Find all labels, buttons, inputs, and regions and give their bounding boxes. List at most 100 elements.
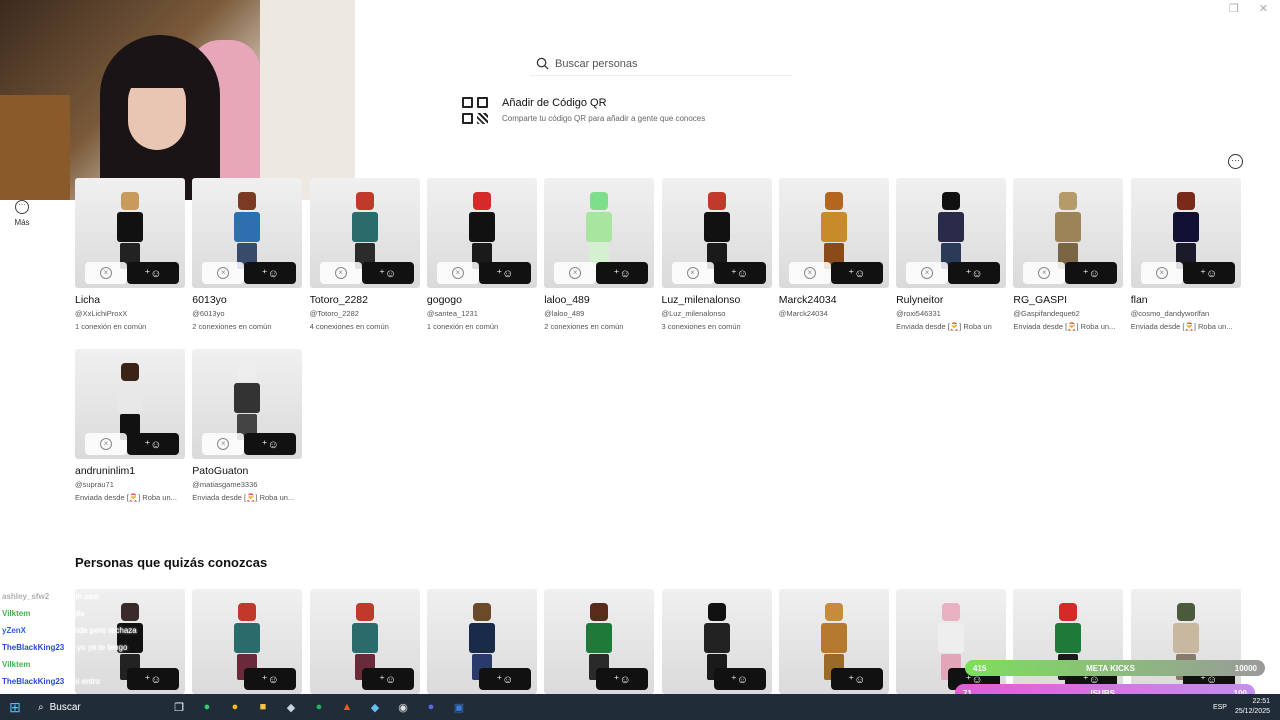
add-friend-button[interactable]: ⁺☺ [830,668,883,690]
decline-button[interactable]: × [85,262,127,284]
nav-more[interactable]: ··· Más [10,200,34,227]
qr-add-title[interactable]: Añadir de Código QR [502,97,607,109]
user-display-name[interactable]: Totoro_2282 [310,294,420,306]
steam-icon[interactable]: ◆ [277,694,305,720]
add-friend-button[interactable]: ⁺☺ [830,262,883,284]
user-display-name[interactable]: Marck24034 [779,294,889,306]
avatar-thumbnail[interactable]: ⁺☺ [778,589,889,694]
add-friend-button[interactable]: ⁺☺ [244,668,297,690]
avatar-thumbnail[interactable]: × ⁺☺ [661,178,772,288]
taskbar-search[interactable]: ⌕ Buscar [30,694,165,720]
avatar-thumbnail[interactable]: ⁺☺ [309,589,420,694]
user-display-name[interactable]: Luz_milenalonso [662,294,772,306]
add-friend-button[interactable]: ⁺☺ [596,668,649,690]
decline-button[interactable]: × [202,433,245,455]
search-input[interactable]: Buscar personas [530,52,792,76]
avatar-thumbnail[interactable]: ⁺☺ [661,589,772,694]
avatar-thumbnail[interactable]: × ⁺☺ [1013,178,1124,288]
qr-code-icon[interactable] [462,97,490,125]
avatar-thumbnail[interactable]: × ⁺☺ [544,178,655,288]
user-card[interactable]: ⁺☺ [778,589,889,694]
steam-2-icon[interactable]: ◆ [361,694,389,720]
decline-button[interactable]: × [436,262,479,284]
discord-icon[interactable]: ● [417,694,445,720]
roblox-icon[interactable]: ▣ [445,694,473,720]
decline-button[interactable]: × [554,262,597,284]
avatar-thumbnail[interactable]: ⁺☺ [426,589,537,694]
windows-start-icon[interactable]: ⊞ [0,694,30,720]
user-display-name[interactable]: andruninlim1 [75,465,185,477]
user-card[interactable]: × ⁺☺ andruninlim1 @suprau71 Enviada desde [🎅… [75,349,185,502]
avatar-thumbnail[interactable]: × ⁺☺ [192,178,303,288]
language-indicator[interactable]: ESP [1213,704,1227,711]
user-card[interactable]: × ⁺☺ 6013yo @6013yo 2 conexiones en común [192,178,303,331]
more-options-icon[interactable]: ··· [1228,154,1243,169]
decline-button[interactable]: × [1140,262,1183,284]
avatar-thumbnail[interactable]: × ⁺☺ [426,178,537,288]
brave-icon[interactable]: ▲ [333,694,361,720]
decline-button[interactable]: × [906,262,949,284]
user-card[interactable]: × ⁺☺ flan @cosmo_dandyworlfan Enviada desde … [1130,178,1241,331]
add-friend-button[interactable]: ⁺☺ [244,262,297,284]
add-friend-button[interactable]: ⁺☺ [478,262,531,284]
user-card[interactable]: × ⁺☺ PatoGuaton @matiasgame3336 Enviada desd… [192,349,303,502]
whatsapp-icon[interactable]: ● [193,694,221,720]
add-friend-button[interactable]: ⁺☺ [596,262,649,284]
decline-button[interactable]: × [671,262,714,284]
add-friend-button[interactable]: ⁺☺ [1182,262,1235,284]
avatar-thumbnail[interactable]: × ⁺☺ [1130,178,1241,288]
add-friend-button[interactable]: ⁺☺ [713,668,766,690]
add-friend-button[interactable]: ⁺☺ [478,668,531,690]
user-display-name[interactable]: laloo_489 [544,294,654,306]
close-icon[interactable]: ✕ [1259,2,1268,15]
user-display-name[interactable]: PatoGuaton [192,465,302,477]
avatar-thumbnail[interactable]: × ⁺☺ [778,178,889,288]
user-display-name[interactable]: 6013yo [192,294,302,306]
avatar-thumbnail[interactable]: × ⁺☺ [896,178,1007,288]
user-card[interactable]: ⁺☺ [309,589,420,694]
user-display-name[interactable]: Licha [75,294,185,306]
user-card[interactable]: × ⁺☺ Totoro_2282 @Totoro_2282 4 conexiones e… [309,178,420,331]
user-card[interactable]: × ⁺☺ RG_GASPI @Gaspifandequeti2 Enviada desd… [1013,178,1124,331]
clock[interactable]: 22:51 25/12/2025 [1235,697,1270,717]
user-card[interactable]: × ⁺☺ laloo_489 @laloo_489 2 conexiones en co… [544,178,655,331]
add-friend-button[interactable]: ⁺☺ [713,262,766,284]
obs-icon[interactable]: ◉ [389,694,417,720]
add-friend-button[interactable]: ⁺☺ [244,433,297,455]
decline-button[interactable]: × [202,262,245,284]
user-card[interactable]: ⁺☺ [426,589,537,694]
user-display-name[interactable]: RG_GASPI [1013,294,1123,306]
user-display-name[interactable]: flan [1131,294,1241,306]
decline-button[interactable]: × [85,433,127,455]
file-explorer-icon[interactable]: ■ [249,694,277,720]
add-friend-button[interactable]: ⁺☺ [127,433,179,455]
user-display-name[interactable]: gogogo [427,294,537,306]
user-card[interactable]: ⁺☺ [661,589,772,694]
decline-button[interactable]: × [788,262,831,284]
restore-icon[interactable]: ❐ [1229,2,1239,15]
user-card[interactable]: × ⁺☺ Licha @XxLichiProxX 1 conexión en común [75,178,185,331]
avatar-thumbnail[interactable]: ⁺☺ [544,589,655,694]
avatar-thumbnail[interactable]: × ⁺☺ [75,349,185,459]
decline-button[interactable]: × [1023,262,1066,284]
user-card[interactable]: × ⁺☺ Rulyneitor @roxi546331 Enviada desde [🎅… [896,178,1007,331]
add-friend-button[interactable]: ⁺☺ [948,262,1001,284]
add-friend-button[interactable]: ⁺☺ [127,262,179,284]
decline-button[interactable]: × [319,262,362,284]
avatar-thumbnail[interactable]: × ⁺☺ [309,178,420,288]
chrome-icon[interactable]: ● [221,694,249,720]
user-display-name[interactable]: Rulyneitor [896,294,1006,306]
user-card[interactable]: × ⁺☺ gogogo @santea_1231 1 conexión en común [426,178,537,331]
user-card[interactable]: × ⁺☺ Marck24034 @Marck24034 [778,178,889,322]
avatar-thumbnail[interactable]: × ⁺☺ [75,178,185,288]
user-card[interactable]: ⁺☺ [544,589,655,694]
spotify-icon[interactable]: ● [305,694,333,720]
user-card[interactable]: ⁺☺ [192,589,303,694]
add-friend-button[interactable]: ⁺☺ [361,262,414,284]
user-card[interactable]: × ⁺☺ Luz_milenalonso @Luz_milenalonso 3 cone… [661,178,772,331]
add-friend-button[interactable]: ⁺☺ [361,668,414,690]
add-friend-button[interactable]: ⁺☺ [1065,262,1118,284]
avatar-thumbnail[interactable]: ⁺☺ [192,589,303,694]
task-view-icon[interactable]: ❐ [165,694,193,720]
avatar-thumbnail[interactable]: × ⁺☺ [192,349,303,459]
